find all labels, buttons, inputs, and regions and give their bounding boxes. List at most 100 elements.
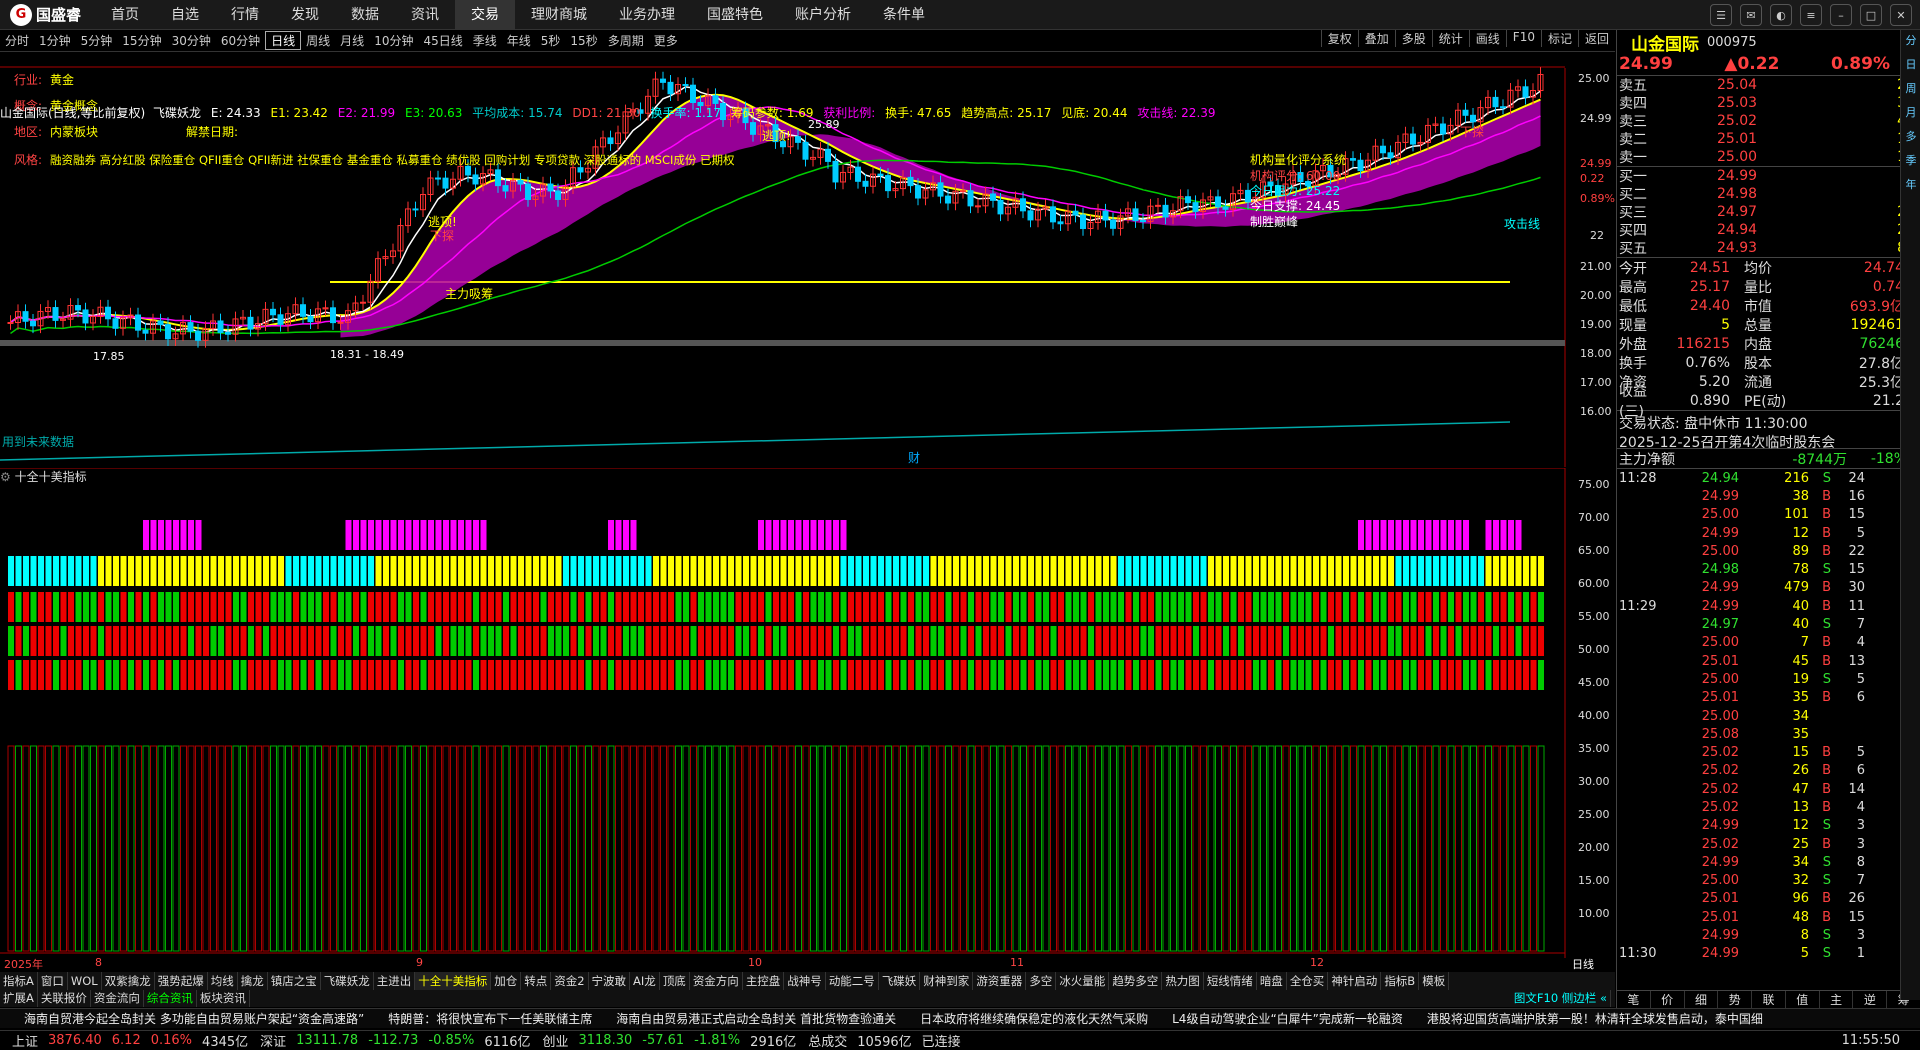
period-tab[interactable]: 月线 (335, 32, 369, 49)
period-tab[interactable]: 多周期 (603, 32, 649, 49)
maximize-icon[interactable]: □ (1860, 4, 1882, 26)
indicator-tab[interactable]: 多空 (1026, 972, 1057, 990)
indicator-tab[interactable]: 十全十美指标 (415, 972, 492, 990)
news-item[interactable]: 海南自贸港今起全岛封关 多功能自由贸易账户架起“资金高速路” (24, 1012, 364, 1026)
indicator-tab[interactable]: 热力图 (1162, 972, 1204, 990)
menu-item[interactable]: 交易 (455, 0, 516, 30)
period-tab[interactable]: 45日线 (418, 32, 467, 49)
period-tab[interactable]: 日线 (265, 31, 302, 50)
tool-button[interactable]: 复权 (1320, 30, 1358, 47)
tool-button[interactable]: 标记 (1540, 30, 1578, 47)
period-tab[interactable]: 1分钟 (34, 32, 76, 49)
indicator-tab[interactable]: 动能二号 (826, 972, 879, 990)
sidebar-item[interactable]: 月 (1902, 104, 1920, 126)
period-tab[interactable]: 周线 (301, 32, 335, 49)
sidebar-item[interactable]: 年 (1902, 176, 1920, 198)
news-item[interactable]: 日本政府将继续确保稳定的液化天然气采购 (920, 1012, 1148, 1026)
info-tab[interactable]: 综合资讯 (144, 990, 197, 1007)
sub-indicator-chart[interactable]: 75.00 70.00 65.00 60.00 55.00 50.00 45.00 40.00… (0, 468, 1615, 958)
quote-tab[interactable]: 笔 (1617, 991, 1651, 1008)
indicator-tab[interactable]: 转点 (521, 972, 552, 990)
sidebar-item[interactable]: 分 (1902, 32, 1920, 54)
quote-tab[interactable]: 势 (1718, 991, 1753, 1008)
menu-item[interactable]: 账户分析 (779, 0, 867, 30)
menu-item[interactable]: 首页 (95, 0, 155, 30)
tool-button[interactable]: 返回 (1577, 30, 1615, 47)
indicator-tab[interactable]: 加仓 (491, 972, 522, 990)
sidebar-item[interactable]: 周 (1902, 80, 1920, 102)
indicator-tab[interactable]: 冰火量能 (1056, 972, 1110, 990)
sidebar-toggle[interactable]: 图文F10 侧边栏 « (1511, 990, 1611, 1007)
info-tab[interactable]: 板块资讯 (197, 990, 250, 1007)
indicator-tab[interactable]: 战神号 (784, 972, 826, 990)
skin-icon[interactable]: ◐ (1770, 4, 1792, 26)
period-label[interactable]: 日线 (1572, 956, 1594, 972)
menu-item[interactable]: 行情 (215, 0, 275, 30)
indicator-tab[interactable]: 全仓买 (1287, 972, 1329, 990)
info-tab[interactable]: 资金流向 (91, 990, 144, 1007)
mail-icon[interactable]: ✉ (1740, 4, 1762, 26)
indicator-tab[interactable]: 游资重器 (973, 972, 1027, 990)
quote-tab[interactable]: 价 (1651, 991, 1685, 1008)
close-icon[interactable]: ✕ (1890, 4, 1912, 26)
quote-tab[interactable]: 值 (1786, 991, 1820, 1008)
indicator-tab[interactable]: 神针启动 (1328, 972, 1382, 990)
indicator-tab[interactable]: 飞碟妖 (879, 972, 921, 990)
news-item[interactable]: 海南自由贸易港正式启动全岛封关 首批货物查验通关 (616, 1012, 896, 1026)
indicator-tab[interactable]: 短线情绪 (1204, 972, 1257, 990)
sidebar-item[interactable]: 季 (1902, 152, 1920, 174)
news-item[interactable]: L4级自动驾驶企业“白犀牛”完成新一轮融资 (1172, 1012, 1403, 1026)
indicator-tab[interactable]: 均线 (208, 972, 238, 990)
indicator-tab[interactable]: 趋势多空 (1109, 972, 1163, 990)
indicator-tab[interactable]: 飞碟妖龙 (321, 972, 374, 990)
tool-button[interactable]: F10 (1505, 30, 1541, 47)
menu-item[interactable]: 发现 (275, 0, 335, 30)
news-ticker[interactable]: 海南自贸港今起全岛封关 多功能自由贸易账户架起“资金高速路” 特朗普：将很快宣布下… (0, 1008, 1920, 1028)
period-tab[interactable]: 分时 (0, 32, 34, 49)
indicator-tab[interactable]: AI龙 (630, 972, 660, 990)
indicator-tab[interactable]: 窗口 (38, 972, 68, 990)
indicator-tab[interactable]: WOL (68, 972, 102, 990)
period-tab[interactable]: 30分钟 (167, 32, 216, 49)
indicator-tab[interactable]: 顶底 (660, 972, 690, 990)
indicator-tab[interactable]: 双紫擒龙 (102, 972, 155, 990)
menu-item[interactable]: 资讯 (395, 0, 455, 30)
quote-tab[interactable]: 细 (1685, 991, 1719, 1008)
indicator-tab[interactable]: 财神到家 (920, 972, 974, 990)
info-tab[interactable]: 关联报价 (38, 990, 91, 1007)
menu-item[interactable]: 业务办理 (603, 0, 691, 30)
minimize-icon[interactable]: – (1830, 4, 1852, 26)
period-tab[interactable]: 60分钟 (216, 32, 265, 49)
quote-tab[interactable]: 逆 (1853, 991, 1888, 1008)
period-tab[interactable]: 5秒 (536, 32, 566, 49)
menu-item[interactable]: 国盛特色 (691, 0, 779, 30)
indicator-tab[interactable]: 宁波敢 (589, 972, 631, 990)
indicator-tab[interactable]: 模板 (1419, 972, 1450, 990)
quote-tab[interactable]: 主 (1820, 991, 1854, 1008)
menu-icon[interactable]: ≡ (1800, 4, 1822, 26)
menu-item[interactable]: 自选 (155, 0, 215, 30)
period-tab[interactable]: 5分钟 (76, 32, 118, 49)
news-item[interactable]: 特朗普：将很快宣布下一任美联储主席 (388, 1012, 592, 1026)
indicator-tab[interactable]: 资金方向 (690, 972, 743, 990)
indicator-tab[interactable]: 指标B (1381, 972, 1420, 990)
period-tab[interactable]: 10分钟 (369, 32, 418, 49)
settings-icon[interactable]: ⚙ (0, 470, 15, 484)
period-tab[interactable]: 更多 (649, 32, 683, 49)
indicator-tab[interactable]: 强势起爆 (155, 972, 208, 990)
menu-item[interactable]: 理财商城 (515, 0, 603, 30)
indicator-tab[interactable]: 镇店之宝 (268, 972, 321, 990)
main-kline-chart[interactable]: 25.00 24.99 24.99 0.22 0.89% 22 21.00 20… (0, 52, 1615, 467)
tool-button[interactable]: 画线 (1468, 30, 1506, 47)
indicator-tab[interactable]: 主控盘 (743, 972, 785, 990)
tool-button[interactable]: 多股 (1394, 30, 1432, 47)
sidebar-item[interactable]: 日 (1902, 56, 1920, 78)
indicator-tab[interactable]: 暗盘 (1257, 972, 1287, 990)
chat-icon[interactable]: ☰ (1710, 4, 1732, 26)
period-tab[interactable]: 年线 (502, 32, 536, 49)
tool-button[interactable]: 统计 (1431, 30, 1469, 47)
indicator-tab[interactable]: 主进出 (374, 972, 416, 990)
period-tab[interactable]: 季线 (468, 32, 502, 49)
indicator-tab[interactable]: 资金2 (551, 972, 589, 990)
menu-item[interactable]: 数据 (335, 0, 395, 30)
